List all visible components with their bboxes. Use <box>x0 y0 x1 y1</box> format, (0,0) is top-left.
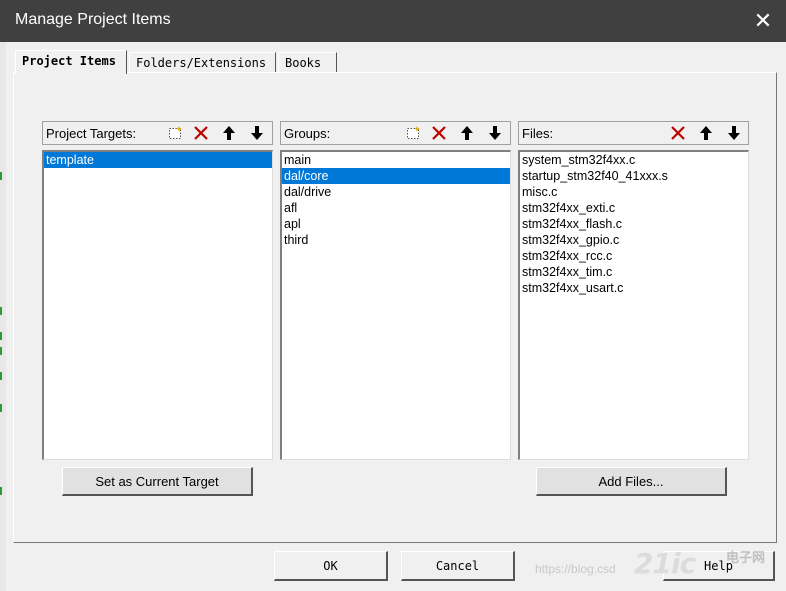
new-icon[interactable] <box>164 123 186 143</box>
tab-folders-extensions[interactable]: Folders/Extensions <box>129 52 276 72</box>
tab-project-items[interactable]: Project Items <box>15 50 127 74</box>
watermark-brand-cn: 电子网 <box>726 550 766 565</box>
list-item[interactable]: dal/core <box>282 168 510 184</box>
list-item[interactable]: startup_stm32f40_41xxx.s <box>520 168 748 184</box>
background-window-edge <box>0 42 6 591</box>
list-item[interactable]: stm32f4xx_usart.c <box>520 280 748 296</box>
delete-icon[interactable] <box>190 123 212 143</box>
move-down-icon[interactable] <box>723 123 745 143</box>
background-mark <box>0 404 6 412</box>
targets-header: Project Targets: <box>42 121 273 145</box>
files-header-label: Files: <box>522 126 554 141</box>
list-item[interactable]: stm32f4xx_rcc.c <box>520 248 748 264</box>
watermark-url: https://blog.csd <box>535 562 616 576</box>
list-item[interactable]: stm32f4xx_tim.c <box>520 264 748 280</box>
move-up-icon[interactable] <box>695 123 717 143</box>
list-item[interactable]: afl <box>282 200 510 216</box>
list-item[interactable]: main <box>282 152 510 168</box>
add-files-button[interactable]: Add Files... <box>536 467 727 496</box>
list-item[interactable]: template <box>44 152 272 168</box>
list-item[interactable]: system_stm32f4xx.c <box>520 152 748 168</box>
list-item[interactable]: stm32f4xx_flash.c <box>520 216 748 232</box>
targets-list[interactable]: template <box>42 150 273 460</box>
close-icon[interactable]: ✕ <box>740 0 786 42</box>
background-mark <box>0 347 6 355</box>
window-title: Manage Project Items <box>15 11 171 28</box>
list-item[interactable]: third <box>282 232 510 248</box>
delete-icon[interactable] <box>428 123 450 143</box>
list-item[interactable]: stm32f4xx_gpio.c <box>520 232 748 248</box>
files-list[interactable]: system_stm32f4xx.c startup_stm32f40_41xx… <box>518 150 749 460</box>
background-mark <box>0 487 6 495</box>
groups-header: Groups: <box>280 121 511 145</box>
groups-header-label: Groups: <box>284 126 331 141</box>
watermark-brand: 21ic <box>634 547 696 580</box>
background-mark <box>0 332 6 340</box>
list-item[interactable]: stm32f4xx_exti.c <box>520 200 748 216</box>
list-item[interactable]: apl <box>282 216 510 232</box>
title-bar: Manage Project Items ✕ <box>0 0 786 42</box>
move-down-icon[interactable] <box>246 123 268 143</box>
tab-books[interactable]: Books <box>278 52 337 72</box>
ok-button[interactable]: OK <box>274 551 388 581</box>
move-down-icon[interactable] <box>484 123 506 143</box>
files-header: Files: <box>518 121 749 145</box>
move-up-icon[interactable] <box>456 123 478 143</box>
background-mark <box>0 172 6 180</box>
cancel-button[interactable]: Cancel <box>401 551 515 581</box>
delete-icon[interactable] <box>667 123 689 143</box>
groups-list[interactable]: main dal/core dal/drive afl apl third <box>280 150 511 460</box>
set-current-target-button[interactable]: Set as Current Target <box>62 467 253 496</box>
background-mark <box>0 307 6 315</box>
list-item[interactable]: dal/drive <box>282 184 510 200</box>
targets-header-label: Project Targets: <box>46 126 137 141</box>
move-up-icon[interactable] <box>218 123 240 143</box>
new-icon[interactable] <box>402 123 424 143</box>
background-mark <box>0 372 6 380</box>
list-item[interactable]: misc.c <box>520 184 748 200</box>
